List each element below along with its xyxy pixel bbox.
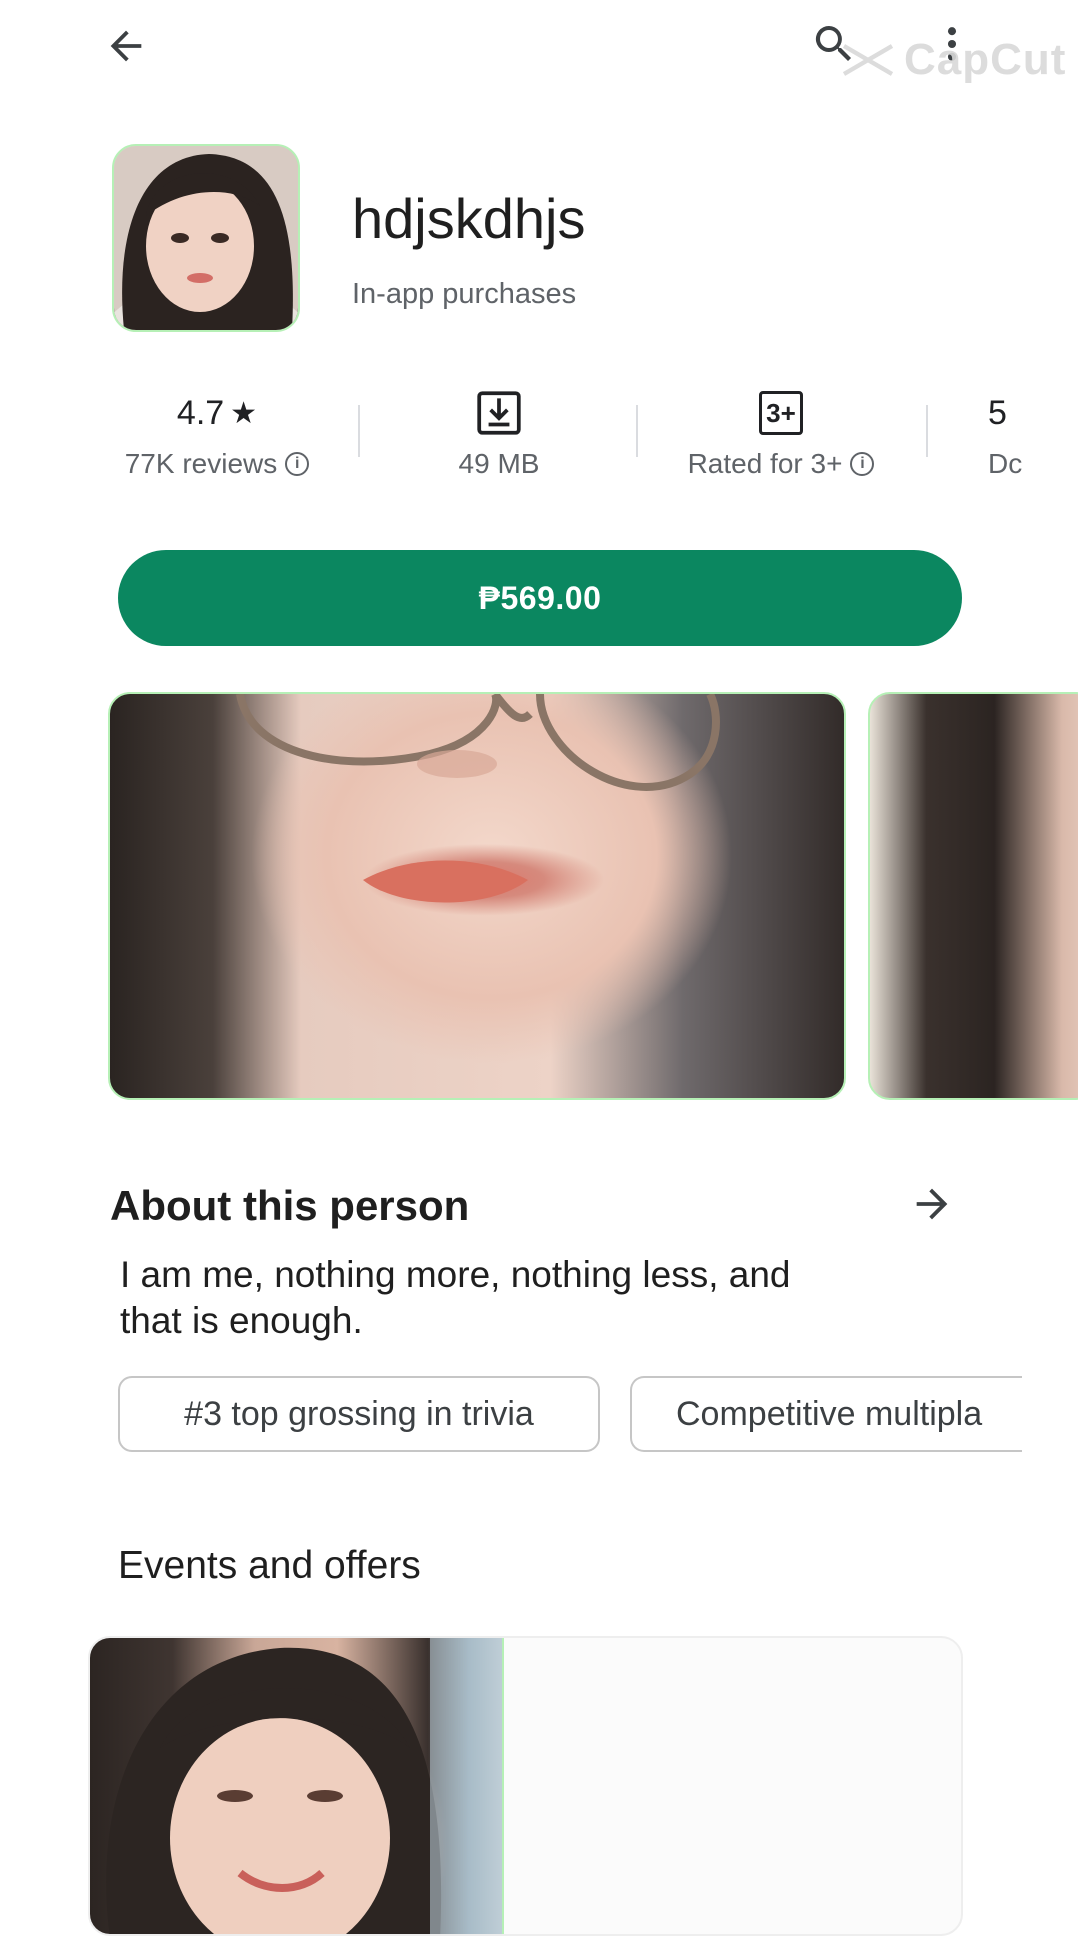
partial-stat-value: 5: [988, 393, 1007, 432]
arrow-left-icon: [110, 30, 142, 62]
reviews-label: 77K reviews: [124, 448, 278, 479]
chip-competitive-multiplayer[interactable]: Competitive multipla: [630, 1376, 1022, 1452]
rating-value: 4.7: [176, 393, 225, 432]
app-title: hdjskdhjs: [352, 187, 586, 250]
partial-stat: 5 Dc: [988, 384, 1024, 494]
chip-label: #3 top grossing in trivia: [184, 1394, 534, 1433]
stat-divider: [358, 405, 360, 457]
event-photo-portrait: [106, 1638, 502, 1934]
capcut-watermark: CapCut: [840, 30, 1078, 90]
app-subtitle: In-app purchases: [352, 278, 577, 310]
back-button[interactable]: [90, 10, 162, 82]
content-rating-stat[interactable]: 3+ Rated for 3+ i: [670, 384, 892, 494]
info-icon: i: [285, 452, 310, 476]
info-icon: i: [850, 452, 875, 476]
chip-label: Competitive multipla: [676, 1394, 983, 1433]
glasses-graphic: [236, 694, 720, 903]
buy-button[interactable]: ₱569.00: [118, 550, 962, 646]
events-title: Events and offers: [118, 1544, 421, 1587]
app-icon: [112, 144, 300, 332]
partial-stat-label: Dc: [988, 448, 1023, 479]
star-icon: ★: [230, 396, 258, 430]
about-title: About this person: [110, 1182, 470, 1229]
event-photo: [90, 1638, 504, 1934]
stat-divider: [636, 405, 638, 457]
content-rating-badge: 3+: [759, 391, 803, 435]
app-icon-portrait: [114, 146, 298, 330]
event-card[interactable]: [88, 1636, 963, 1936]
arrow-right-icon: [916, 1188, 948, 1220]
size-label: 49 MB: [458, 448, 540, 479]
screenshot-1[interactable]: [108, 692, 846, 1100]
about-arrow-button[interactable]: [900, 1172, 964, 1236]
stat-divider: [926, 405, 928, 457]
rating-stat[interactable]: 4.7 ★ 77K reviews i: [110, 384, 324, 494]
screenshot-2[interactable]: [868, 692, 1078, 1100]
content-rating-label: Rated for 3+: [687, 448, 843, 479]
download-icon: [477, 391, 521, 435]
size-stat: 49 MB: [414, 384, 584, 494]
watermark-text: CapCut: [904, 35, 1067, 84]
capcut-logo-icon: [842, 44, 894, 76]
chip-top-grossing[interactable]: #3 top grossing in trivia: [118, 1376, 600, 1452]
about-description: I am me, nothing more, nothing less, and…: [120, 1254, 791, 1341]
